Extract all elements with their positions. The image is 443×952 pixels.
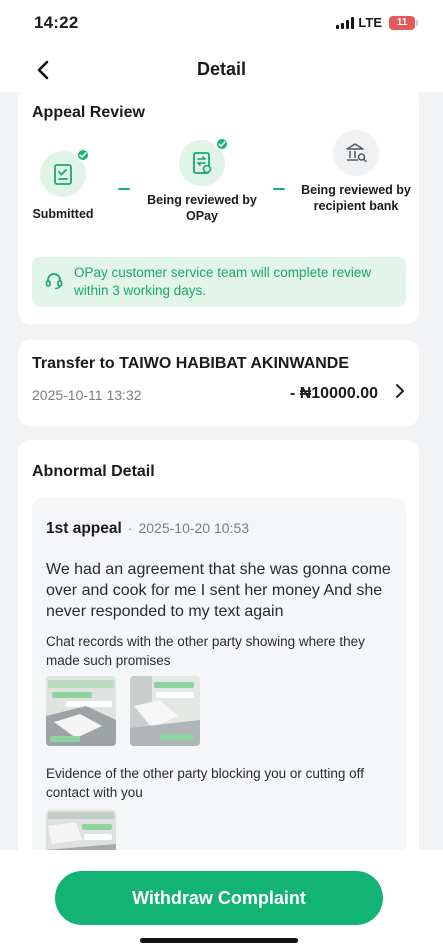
detail-scroll-area[interactable]: Appeal Review Submitted Being reviewed b…	[0, 92, 443, 850]
checklist-icon	[54, 164, 72, 185]
document-transfer-icon	[193, 152, 212, 174]
appeal-progress-steps: Submitted Being reviewed by OPay Being r…	[18, 130, 419, 250]
status-bar: 14:22 LTE 11	[0, 0, 443, 46]
evidence-image-thumbnail[interactable]	[130, 676, 200, 746]
step-reviewed-by-opay	[179, 137, 229, 186]
home-indicator	[140, 938, 298, 943]
evidence-image-thumbnail[interactable]	[46, 810, 116, 850]
notice-text: OPay customer service team will complete…	[74, 265, 372, 298]
abnormal-detail-card: Abnormal Detail 1st appeal · 2025-10-20 …	[18, 440, 419, 850]
status-indicators: LTE 11	[336, 15, 418, 30]
headset-icon	[45, 273, 63, 290]
status-time: 14:22	[34, 13, 79, 32]
appeal-number: 1st appeal	[46, 520, 122, 537]
nav-bar: Detail	[0, 46, 443, 92]
abnormal-detail-title: Abnormal Detail	[32, 463, 155, 480]
step-done-check-icon	[215, 137, 229, 151]
appeal-review-title: Appeal Review	[32, 104, 145, 121]
withdraw-complaint-button[interactable]: Withdraw Complaint	[55, 871, 383, 925]
step-connector	[273, 188, 285, 190]
step-submitted	[40, 148, 90, 197]
step-label-opay: Being reviewed by OPay	[147, 193, 257, 223]
appeal-date: 2025-10-20 10:53	[138, 520, 250, 536]
appeal-review-card: Appeal Review Submitted Being reviewed b…	[18, 92, 419, 324]
transfer-amount: - ₦10000.00	[289, 385, 378, 402]
page-title: Detail	[196, 59, 247, 79]
evidence-image-thumbnail[interactable]	[46, 676, 116, 746]
transfer-card[interactable]: Transfer to TAIWO HABIBAT AKINWANDE 2025…	[18, 340, 419, 426]
step-connector	[118, 188, 130, 190]
transfer-title: Transfer to TAIWO HABIBAT AKINWANDE	[32, 355, 350, 372]
evidence-label-blocking: Evidence of the other party blocking you…	[46, 766, 364, 800]
step-label-bank: Being reviewed by recipient bank	[301, 183, 411, 213]
appeal-reason: We had an agreement that she was gonna c…	[46, 561, 391, 620]
chevron-right-icon	[396, 384, 404, 398]
step-reviewed-by-bank	[333, 130, 379, 176]
transfer-date: 2025-10-11 13:32	[32, 387, 142, 403]
step-label-submitted: Submitted	[32, 207, 94, 221]
evidence-label-chat: Chat records with the other party showin…	[46, 634, 365, 668]
bottom-action-bar: Withdraw Complaint	[0, 850, 443, 952]
evidence-thumbnails-chat	[46, 676, 200, 746]
appeal-header: 1st appeal · 2025-10-20 10:53	[46, 520, 249, 538]
evidence-thumbnails-blocking	[46, 810, 116, 850]
bank-search-icon	[346, 143, 367, 163]
signal-icon	[336, 16, 355, 29]
review-notice: OPay customer service team will complete…	[32, 257, 406, 307]
battery-icon: 11	[389, 15, 418, 30]
separator-dot: ·	[127, 520, 133, 536]
network-label: LTE	[358, 15, 382, 30]
appeal-entry: 1st appeal · 2025-10-20 10:53 We had an …	[32, 498, 406, 850]
step-done-check-icon	[76, 148, 90, 162]
